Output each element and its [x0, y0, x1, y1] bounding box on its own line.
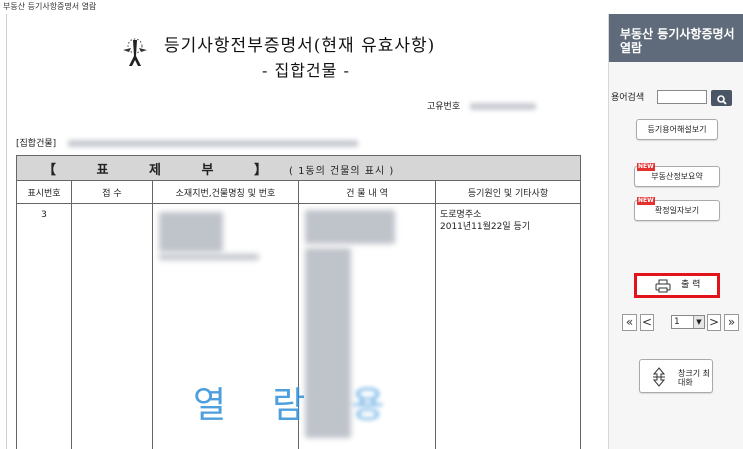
section-mark: 【 표 제 부 】	[43, 162, 285, 178]
building-address: [집합건물]	[16, 136, 359, 149]
viewing-watermark: 열람용	[193, 376, 430, 428]
document-title: 등기사항전부증명서(현재 유효사항)	[164, 36, 436, 56]
document-viewer[interactable]: 등기사항전부증명서(현재 유효사항) - 집합건물 - 고유번호 [집합건물] …	[6, 14, 602, 449]
first-page-button[interactable]: «	[622, 314, 637, 331]
confirmed-date-label: 확정일자보기	[654, 206, 700, 215]
watermark-char: 람	[272, 385, 352, 426]
property-summary-label: 부동산정보요약	[651, 172, 703, 181]
watermark-char: 용	[351, 385, 431, 426]
side-panel: 부동산 등기사항증명서 열람 용어검색 등기용어해설보기 NEW 부동산정보요약…	[608, 14, 743, 449]
building-label: [집합건물]	[16, 139, 57, 149]
unique-number: 고유번호	[427, 99, 537, 112]
cell-cause: 도로명주소 2011년11월22일 등기	[435, 203, 581, 449]
cause-line: 도로명주소	[440, 210, 482, 220]
dropdown-arrow-icon: ▼	[693, 316, 704, 328]
printer-icon	[655, 279, 671, 293]
col-header-receipt: 접 수	[71, 180, 153, 204]
page-select[interactable]: 1 ▼	[671, 315, 705, 329]
prev-page-button[interactable]: <	[640, 314, 654, 331]
confirmed-date-button[interactable]: NEW 확정일자보기	[634, 197, 720, 221]
cell-no: 3	[16, 203, 72, 449]
next-page-button[interactable]: >	[707, 314, 721, 331]
redacted-value	[470, 103, 537, 110]
panel-title: 부동산 등기사항증명서 열람	[620, 27, 735, 55]
document-subtitle: - 집합건물 -	[262, 61, 350, 80]
new-badge: NEW	[637, 197, 655, 205]
search-icon	[716, 95, 727, 105]
property-summary-button[interactable]: NEW 부동산정보요약	[634, 163, 720, 187]
print-label: 출 력	[681, 280, 701, 290]
section-header: 【 표 제 부 】( 1동의 건물의 표시 )	[16, 155, 581, 181]
col-header-no: 표시번호	[16, 180, 72, 204]
maximize-label: 창크기 최대화	[678, 369, 710, 387]
panel-header: 부동산 등기사항증명서 열람	[609, 14, 743, 62]
cell-receipt	[71, 203, 153, 449]
unique-number-label: 고유번호	[427, 102, 461, 112]
resize-arrows-icon	[652, 367, 666, 387]
term-search-input[interactable]	[657, 90, 707, 104]
col-header-cause: 등기원인 및 기타사항	[435, 180, 581, 204]
maximize-window-button[interactable]: 창크기 최대화	[639, 359, 713, 393]
section-description: ( 1동의 건물의 표시 )	[288, 165, 395, 177]
new-badge: NEW	[637, 163, 655, 171]
court-emblem-icon	[123, 38, 147, 66]
redacted-address	[68, 140, 359, 147]
col-header-building-details: 건 물 내 역	[298, 180, 436, 204]
page-value: 1	[674, 317, 680, 327]
cause-line: 2011년11월22일 등기	[440, 222, 531, 232]
search-button[interactable]	[711, 90, 732, 106]
window-title: 부동산 등기사항증명서 열람	[3, 2, 97, 11]
col-header-location: 소재지번,건물명칭 및 번호	[152, 180, 299, 204]
glossary-button[interactable]: 등기용어해설보기	[636, 119, 718, 140]
search-label: 용어검색	[611, 93, 645, 103]
last-page-button[interactable]: »	[724, 314, 739, 331]
print-button[interactable]: 출 력	[634, 273, 720, 298]
watermark-char: 열	[193, 385, 273, 426]
